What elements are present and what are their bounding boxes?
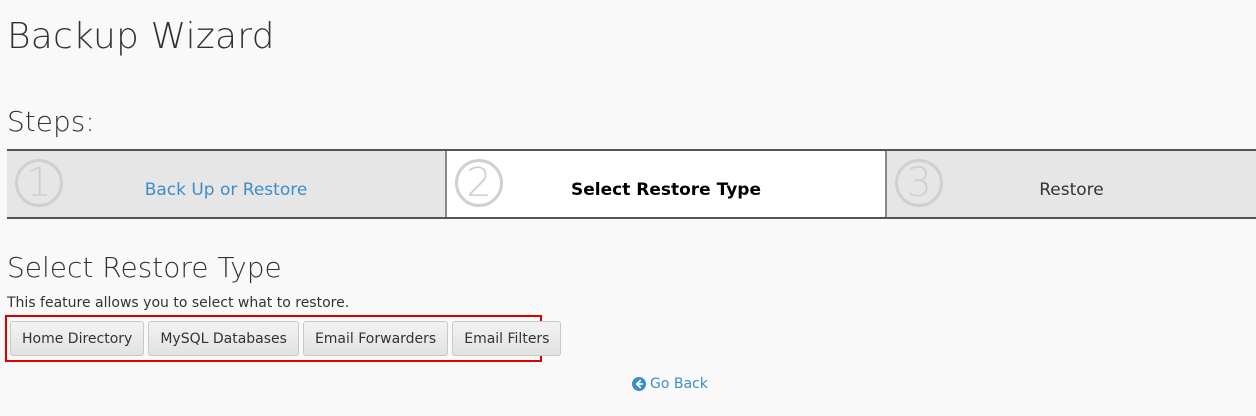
wizard-steps: 1 Back Up or Restore 2 Select Restore Ty… — [7, 149, 1256, 219]
mysql-databases-button[interactable]: MySQL Databases — [148, 321, 299, 356]
arrow-circle-left-icon — [632, 377, 646, 391]
steps-heading: Steps: — [7, 105, 95, 138]
section-title: Select Restore Type — [7, 251, 282, 284]
go-back-link[interactable]: Go Back — [632, 375, 708, 393]
step-select-restore-type: 2 Select Restore Type — [447, 151, 887, 217]
step-link-back-up-or-restore[interactable]: Back Up or Restore — [7, 179, 445, 201]
restore-type-button-group: Home Directory MySQL Databases Email For… — [5, 315, 562, 362]
step-label-restore: Restore — [1039, 180, 1104, 200]
step-back-up-or-restore[interactable]: 1 Back Up or Restore — [7, 151, 447, 217]
step-label-select-restore-type: Select Restore Type — [571, 180, 761, 200]
section-description: This feature allows you to select what t… — [7, 295, 350, 311]
page-title: Backup Wizard — [7, 16, 275, 57]
go-back-label: Go Back — [650, 376, 708, 392]
home-directory-button[interactable]: Home Directory — [10, 321, 145, 356]
email-forwarders-button[interactable]: Email Forwarders — [302, 321, 449, 356]
step-restore: 3 Restore — [887, 151, 1256, 217]
email-filters-button[interactable]: Email Filters — [452, 321, 562, 356]
